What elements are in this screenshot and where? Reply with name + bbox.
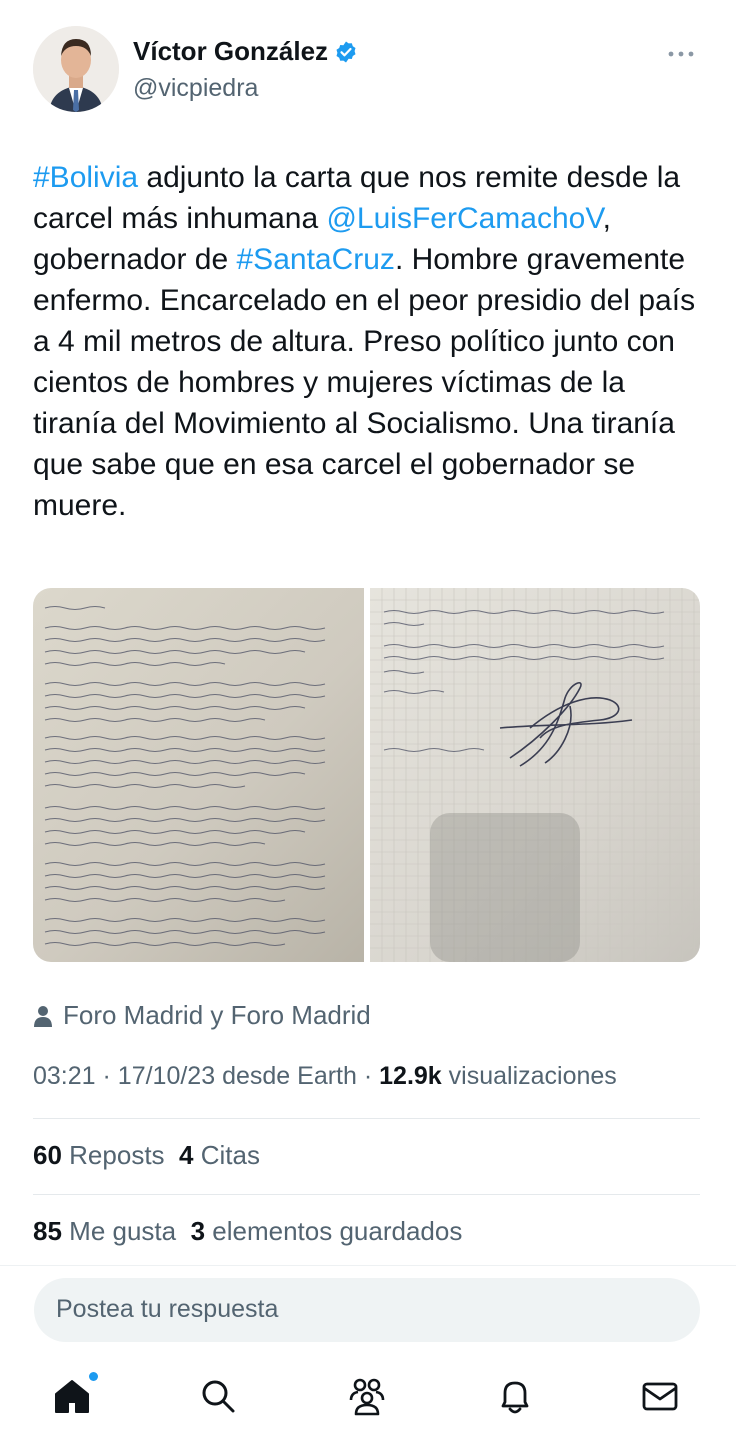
letter-photo-1[interactable] (33, 588, 364, 962)
tweet-header: Víctor González @vicpiedra (33, 26, 703, 116)
likes-bookmarks-row: 85 Me gusta 3 elementos guardados (33, 1216, 462, 1247)
communities-icon[interactable] (345, 1376, 389, 1420)
tweet-time[interactable]: 03:21 (33, 1062, 96, 1090)
bottom-nav (0, 1362, 736, 1453)
divider (33, 1194, 700, 1195)
divider (33, 1118, 700, 1119)
reply-area: Postea tu respuesta (0, 1265, 736, 1355)
author-handle[interactable]: @vicpiedra (133, 74, 258, 103)
reposts-quotes-row: 60 Reposts 4 Citas (33, 1140, 260, 1171)
quotes-stat[interactable]: 4 Citas (179, 1140, 260, 1170)
likes-count: 85 (33, 1216, 62, 1246)
notification-dot (89, 1372, 98, 1381)
likes-stat[interactable]: 85 Me gusta (33, 1216, 176, 1246)
tweet-source: desde Earth (222, 1062, 357, 1090)
hashtag-link[interactable]: #SantaCruz (237, 243, 395, 276)
home-icon[interactable] (52, 1372, 98, 1420)
author-name-row[interactable]: Víctor González (133, 36, 358, 67)
reply-input[interactable]: Postea tu respuesta (34, 1278, 700, 1342)
bookmarks-stat[interactable]: 3 elementos guardados (191, 1216, 463, 1246)
messages-icon[interactable] (640, 1376, 684, 1420)
views-label: visualizaciones (448, 1062, 617, 1090)
avatar[interactable] (33, 26, 119, 112)
search-icon[interactable] (198, 1376, 242, 1420)
hashtag-link[interactable]: #Bolivia (33, 161, 138, 194)
letter-photo-2[interactable] (369, 588, 700, 962)
account-label[interactable]: Foro Madrid y Foro Madrid (63, 1000, 371, 1031)
person-icon (34, 1005, 52, 1027)
mention-link[interactable]: @LuisFerCamachoV (326, 202, 602, 235)
separator: · (363, 1062, 373, 1090)
tweet-date[interactable]: 17/10/23 (118, 1062, 215, 1090)
tweet-text: #Bolivia adjunto la carta que nos remite… (33, 157, 703, 526)
tweet-text-segment: . Hombre gravemente enfermo. Encarcelado… (33, 243, 696, 522)
reposts-label: Reposts (69, 1140, 165, 1170)
account-attribution[interactable]: Foro Madrid y Foro Madrid (33, 1000, 371, 1031)
notifications-icon[interactable] (495, 1376, 539, 1420)
timestamp-row: 03:21 · 17/10/23 desde Earth · 12.9k vis… (33, 1062, 617, 1091)
likes-label: Me gusta (69, 1216, 177, 1246)
author-name[interactable]: Víctor González (133, 36, 328, 67)
reposts-stat[interactable]: 60 Reposts (33, 1140, 165, 1170)
views-count: 12.9k (379, 1062, 442, 1090)
bookmarks-count: 3 (190, 1216, 206, 1246)
verified-badge-icon (336, 41, 356, 62)
quotes-label: Citas (200, 1140, 260, 1170)
reposts-count: 60 (33, 1140, 62, 1170)
separator: · (102, 1062, 111, 1090)
quotes-count: 4 (179, 1140, 194, 1170)
bookmarks-label: elementos guardados (212, 1216, 463, 1246)
more-options-icon[interactable] (667, 38, 695, 64)
tweet-media (33, 588, 700, 962)
